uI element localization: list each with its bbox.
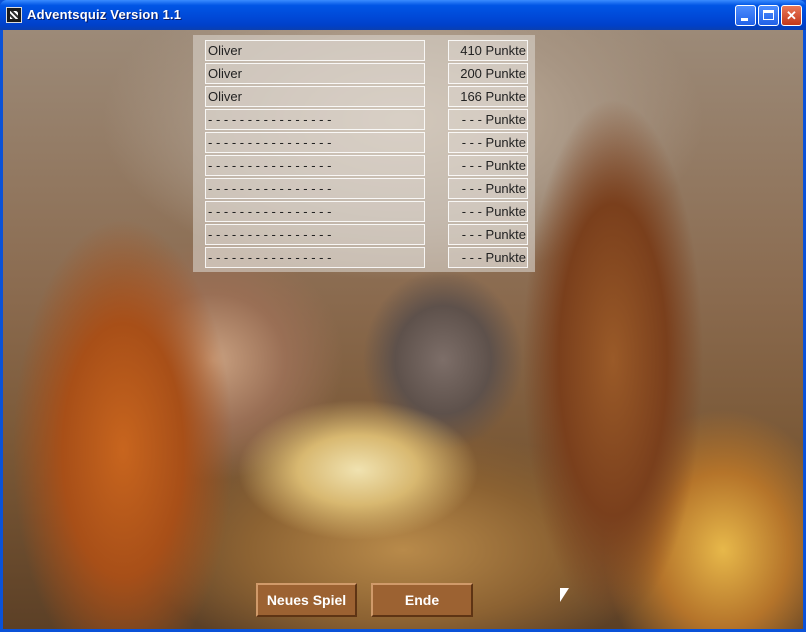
player-points: - - - Punkte: [448, 201, 528, 222]
minimize-icon: [741, 18, 748, 21]
player-points: - - - Punkte: [448, 109, 528, 130]
maximize-icon: [763, 10, 774, 20]
score-row: - - - - - - - - - - - - - - - - - - - Pu…: [193, 224, 535, 245]
player-points: - - - Punkte: [448, 247, 528, 268]
player-points: - - - Punkte: [448, 224, 528, 245]
player-name: Oliver: [205, 86, 425, 107]
score-row: Oliver 200 Punkte: [193, 63, 535, 84]
player-name: - - - - - - - - - - - - - - - -: [205, 201, 425, 222]
nativity-scene-background: Oliver 410 Punkte Oliver 200 Punkte Oliv…: [3, 30, 803, 629]
score-row: - - - - - - - - - - - - - - - - - - - Pu…: [193, 109, 535, 130]
player-points: 166 Punkte: [448, 86, 528, 107]
score-row: - - - - - - - - - - - - - - - - - - - Pu…: [193, 132, 535, 153]
close-button[interactable]: ✕: [781, 5, 802, 26]
player-points: - - - Punkte: [448, 178, 528, 199]
player-name: Oliver: [205, 40, 425, 61]
score-row: - - - - - - - - - - - - - - - - - - - Pu…: [193, 247, 535, 268]
title-bar[interactable]: Adventsquiz Version 1.1 ✕: [0, 0, 806, 30]
player-points: - - - Punkte: [448, 155, 528, 176]
end-button[interactable]: Ende: [371, 583, 473, 617]
minimize-button[interactable]: [735, 5, 756, 26]
new-game-button[interactable]: Neues Spiel: [256, 583, 357, 617]
score-row: - - - - - - - - - - - - - - - - - - - Pu…: [193, 201, 535, 222]
score-row: - - - - - - - - - - - - - - - - - - - Pu…: [193, 155, 535, 176]
score-row: Oliver 410 Punkte: [193, 40, 535, 61]
player-points: 200 Punkte: [448, 63, 528, 84]
score-row: - - - - - - - - - - - - - - - - - - - Pu…: [193, 178, 535, 199]
player-points: 410 Punkte: [448, 40, 528, 61]
player-name: Oliver: [205, 63, 425, 84]
close-icon: ✕: [786, 8, 797, 23]
highscore-panel: Oliver 410 Punkte Oliver 200 Punkte Oliv…: [193, 35, 535, 272]
player-name: - - - - - - - - - - - - - - - -: [205, 178, 425, 199]
player-name: - - - - - - - - - - - - - - - -: [205, 155, 425, 176]
app-window: Adventsquiz Version 1.1 ✕ Oliver 410 Pun…: [0, 0, 806, 632]
player-points: - - - Punkte: [448, 132, 528, 153]
window-title: Adventsquiz Version 1.1: [27, 7, 182, 22]
player-name: - - - - - - - - - - - - - - - -: [205, 224, 425, 245]
player-name: - - - - - - - - - - - - - - - -: [205, 247, 425, 268]
player-name: - - - - - - - - - - - - - - - -: [205, 109, 425, 130]
app-icon[interactable]: [6, 7, 22, 23]
player-name: - - - - - - - - - - - - - - - -: [205, 132, 425, 153]
maximize-button[interactable]: [758, 5, 779, 26]
score-row: Oliver 166 Punkte: [193, 86, 535, 107]
mouse-cursor-icon: [560, 588, 569, 602]
